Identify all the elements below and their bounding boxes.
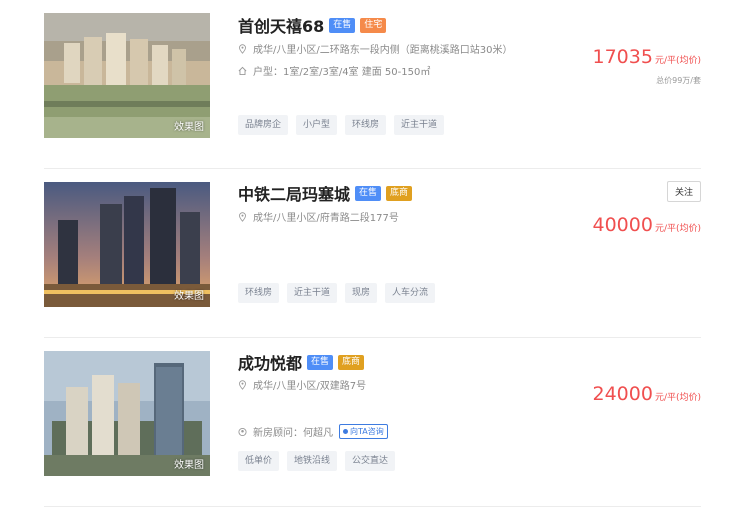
location-icon: [239, 211, 246, 222]
home-icon: [238, 66, 247, 75]
address-text: 成华/八里小区/府青路二段177号: [253, 213, 399, 224]
feature-chips: 品牌房企 小户型 环线房 近主干道: [238, 115, 445, 135]
ask-consultant-button[interactable]: 向TA咨询: [339, 424, 388, 439]
listing-image[interactable]: 效果图: [44, 13, 210, 138]
price-block: 40000 元/平(均价): [592, 214, 701, 236]
consultant-text: 新房顾问：何超凡: [253, 428, 333, 439]
image-caption: 效果图: [174, 460, 204, 471]
feature-chip: 环线房: [238, 283, 280, 303]
consultant-icon: [238, 427, 247, 436]
image-caption: 效果图: [174, 291, 204, 302]
type-tag: 底商: [338, 354, 365, 370]
feature-chips: 低单价 地铁沿线 公交直达: [238, 451, 396, 471]
feature-chip: 公交直达: [345, 451, 396, 471]
title-row: 中铁二局玛塞城 在售 底商: [238, 181, 413, 205]
chat-icon: [343, 429, 348, 434]
listing-title[interactable]: 成功悦都: [238, 350, 302, 374]
listing-image[interactable]: 效果图: [44, 351, 210, 476]
type-tag: 底商: [386, 185, 413, 201]
price-unit: 元/平(均价): [654, 393, 701, 403]
feature-chip: 环线房: [345, 115, 387, 135]
title-row: 成功悦都 在售 底商: [238, 350, 365, 374]
status-tag: 在售: [307, 354, 334, 370]
price-unit: 元/平(均价): [654, 56, 701, 66]
image-caption: 效果图: [174, 122, 204, 133]
address-text: 成华/八里小区/二环路东一段内侧（距离桃溪路口站30米）: [253, 45, 513, 56]
address-text: 成华/八里小区/双建路7号: [253, 381, 367, 392]
feature-chip: 近主干道: [394, 115, 445, 135]
listing-list: 效果图 首创天禧68 在售 住宅 成华/八里小区/二环路东一段内侧（距离桃溪路口…: [0, 0, 740, 507]
address-line: 成华/八里小区/双建路7号: [238, 377, 366, 392]
address-line: 成华/八里小区/二环路东一段内侧（距离桃溪路口站30米）: [238, 41, 512, 56]
price-value: 40000: [592, 214, 653, 236]
feature-chip: 人车分流: [385, 283, 436, 303]
listing-item[interactable]: 效果图 首创天禧68 在售 住宅 成华/八里小区/二环路东一段内侧（距离桃溪路口…: [44, 0, 701, 169]
feature-chip: 低单价: [238, 451, 280, 471]
feature-chip: 小户型: [296, 115, 338, 135]
follow-button[interactable]: 关注: [666, 181, 701, 202]
status-tag: 在售: [355, 185, 382, 201]
price-unit: 元/平(均价): [654, 224, 701, 234]
price-block: 24000 元/平(均价): [592, 383, 701, 405]
listing-title[interactable]: 首创天禧68: [238, 13, 324, 37]
listing-image[interactable]: 效果图: [44, 182, 210, 307]
listing-item[interactable]: 效果图 中铁二局玛塞城 在售 底商 成华/八里小区/府青路二段177号 环线房 …: [44, 169, 701, 338]
price-block: 17035 元/平(均价): [592, 46, 701, 68]
feature-chip: 地铁沿线: [287, 451, 338, 471]
ask-label: 向TA咨询: [350, 427, 384, 436]
status-tag: 在售: [329, 17, 356, 33]
type-tag: 住宅: [360, 17, 387, 33]
listing-title[interactable]: 中铁二局玛塞城: [238, 181, 350, 205]
feature-chips: 环线房 近主干道 现房 人车分流: [238, 283, 436, 303]
consultant-line: 新房顾问：何超凡 向TA咨询: [238, 424, 388, 439]
feature-chip: 现房: [345, 283, 378, 303]
location-icon: [239, 379, 246, 390]
location-icon: [239, 43, 246, 54]
feature-chip: 近主干道: [287, 283, 338, 303]
layout-text: 户型：1室/2室/3室/4室 建面 50-150㎡: [253, 67, 431, 78]
price-value: 24000: [592, 383, 653, 405]
listing-item[interactable]: 效果图 成功悦都 在售 底商 成华/八里小区/双建路7号 新房顾问：何超凡 向T…: [44, 338, 701, 507]
title-row: 首创天禧68 在售 住宅: [238, 13, 387, 37]
layout-line: 户型：1室/2室/3室/4室 建面 50-150㎡: [238, 63, 430, 78]
total-price: 总价99万/套: [656, 76, 701, 85]
address-line: 成华/八里小区/府青路二段177号: [238, 209, 399, 224]
feature-chip: 品牌房企: [238, 115, 289, 135]
price-value: 17035: [592, 46, 653, 68]
